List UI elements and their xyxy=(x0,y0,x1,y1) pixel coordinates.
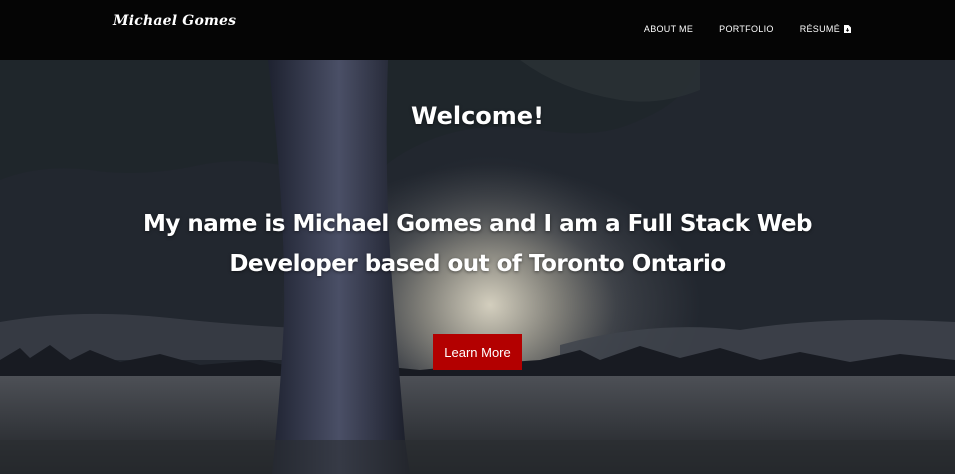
nav-portfolio[interactable]: PORTFOLIO xyxy=(719,24,774,34)
nav-resume[interactable]: RÉSUMÉ xyxy=(800,24,851,34)
nav-about-me-label: ABOUT ME xyxy=(643,24,694,34)
hero-welcome-heading: Welcome! xyxy=(410,102,545,130)
hero-content: Welcome! My name is Michael Gomes and I … xyxy=(0,60,955,474)
file-download-icon xyxy=(844,25,851,33)
nav-links: ABOUT ME PORTFOLIO RÉSUMÉ xyxy=(644,24,851,34)
nav-resume-label: RÉSUMÉ xyxy=(799,24,840,34)
brand-logo[interactable]: Michael Gomes xyxy=(113,13,236,29)
hero-tagline: My name is Michael Gomes and I am a Full… xyxy=(143,211,812,277)
nav-about-me[interactable]: ABOUT ME xyxy=(644,24,693,34)
navbar: Michael Gomes ABOUT ME PORTFOLIO RÉSUMÉ xyxy=(0,0,955,60)
nav-portfolio-label: PORTFOLIO xyxy=(719,24,774,34)
hero-section: Welcome! My name is Michael Gomes and I … xyxy=(0,60,955,474)
learn-more-button[interactable]: Learn More xyxy=(433,334,522,370)
